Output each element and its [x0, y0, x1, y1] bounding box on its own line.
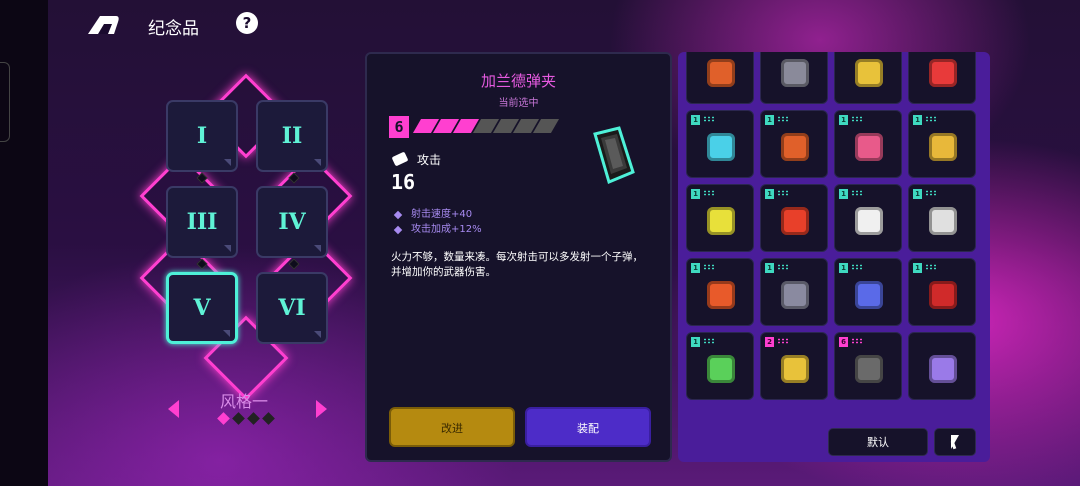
inventory-item[interactable]	[908, 332, 976, 400]
item-status: 当前选中	[498, 98, 539, 109]
item-description: 火力不够，数量来凑。每次射击可以多发射一个子弹，并增加你的武器伤害。	[391, 251, 643, 278]
magazine-icon	[593, 126, 635, 185]
inventory-item[interactable]	[760, 52, 828, 104]
bonus-item: 射击速度+40	[411, 209, 473, 220]
inventory-item[interactable]	[834, 52, 902, 104]
inventory-item[interactable]: 6	[834, 332, 902, 400]
level-badge: 1	[913, 115, 922, 125]
next-style-icon[interactable]	[316, 400, 327, 418]
inventory-item[interactable]: 1	[834, 110, 902, 178]
notch	[0, 62, 10, 142]
helmet-visor-icon	[855, 281, 883, 309]
slot-numeral: III	[186, 209, 218, 235]
help-button[interactable]: ?	[236, 12, 258, 34]
pixel-console-icon	[707, 133, 735, 161]
robot-head-icon	[929, 207, 957, 235]
level-badge: 1	[913, 263, 922, 273]
slot-3[interactable]: III	[166, 186, 238, 258]
rank-pips	[412, 119, 560, 133]
default-button[interactable]: 默认	[828, 428, 928, 456]
level-badge: 1	[765, 115, 774, 125]
mask-icon	[781, 59, 809, 87]
back-icon[interactable]	[86, 14, 120, 36]
inventory-item[interactable]	[908, 52, 976, 104]
slot-numeral: V	[193, 295, 211, 321]
slot-grid: I II III IV V VI	[139, 73, 360, 401]
inventory-item[interactable]: 1	[760, 110, 828, 178]
chili-icon	[929, 281, 957, 309]
inventory-item[interactable]: 1	[686, 258, 754, 326]
bonus-item: 攻击加成+12%	[411, 224, 482, 235]
page-dot	[247, 412, 260, 425]
inventory-item[interactable]	[686, 52, 754, 104]
slot-6[interactable]: VI	[256, 272, 328, 344]
stacked-box-icon	[929, 355, 957, 383]
page-dot	[217, 412, 230, 425]
bonus-list: 射击速度+40 攻击加成+12%	[393, 207, 482, 237]
cursor-button[interactable]	[934, 428, 976, 456]
stat-value: 16	[391, 170, 416, 194]
parrot-icon	[707, 281, 735, 309]
level-badge: 1	[913, 189, 922, 199]
inventory-item[interactable]: 1	[908, 258, 976, 326]
prev-style-icon[interactable]	[168, 400, 179, 418]
item-name: 加兰德弹夹	[480, 72, 556, 90]
slot-numeral: IV	[278, 209, 306, 235]
inventory-item[interactable]: 1	[908, 184, 976, 252]
inventory-item[interactable]: 1	[908, 110, 976, 178]
inventory-panel: 1 1 1 1 1 1 1 1 1 1 1 1 1 2 6 默认	[678, 52, 990, 462]
inventory-item[interactable]: 1	[760, 258, 828, 326]
chest-icon	[707, 59, 735, 87]
level-badge: 1	[839, 115, 848, 125]
tier-badge: 6	[389, 116, 409, 138]
inventory-item[interactable]: 1	[834, 184, 902, 252]
inventory-item[interactable]: 2	[760, 332, 828, 400]
magazine-icon	[855, 355, 883, 383]
spinner-top-icon	[781, 281, 809, 309]
inventory-item[interactable]: 1	[686, 184, 754, 252]
inventory-item[interactable]: 1	[686, 332, 754, 400]
page-dot	[232, 412, 245, 425]
fox-icon	[781, 133, 809, 161]
style-pager	[217, 412, 275, 425]
level-badge: 1	[691, 115, 700, 125]
stat-label: 攻击	[417, 153, 442, 167]
green-slime-icon	[707, 355, 735, 383]
slot-5[interactable]: V	[166, 272, 238, 344]
style-name: 风格一	[220, 392, 269, 411]
bottle-icon	[855, 59, 883, 87]
level-badge: 1	[691, 189, 700, 199]
gold-badge-icon	[781, 355, 809, 383]
page-dot	[262, 412, 275, 425]
equip-button[interactable]: 装配	[525, 407, 651, 447]
helmet-icon	[929, 133, 957, 161]
slot-numeral: II	[281, 123, 303, 149]
inventory-item[interactable]: 1	[760, 184, 828, 252]
item-detail-panel: 加兰德弹夹 当前选中 6 攻击 16 射击速度+40 攻击加成+12% 火力不够…	[365, 52, 672, 462]
slot-4[interactable]: IV	[256, 186, 328, 258]
level-badge: 1	[691, 263, 700, 273]
level-badge: 1	[839, 189, 848, 199]
slot-1[interactable]: I	[166, 100, 238, 172]
slot-2[interactable]: II	[256, 100, 328, 172]
inventory-item[interactable]: 1	[686, 110, 754, 178]
upgrade-button[interactable]: 改进	[389, 407, 515, 447]
red-card-icon	[781, 207, 809, 235]
portrait-icon	[855, 133, 883, 161]
level-badge: 1	[839, 263, 848, 273]
level-badge: 1	[765, 263, 774, 273]
level-badge: 6	[839, 337, 848, 347]
level-badge: 1	[765, 189, 774, 199]
lightning-sign-icon	[707, 207, 735, 235]
inventory-item[interactable]: 1	[834, 258, 902, 326]
inventory-grid: 1 1 1 1 1 1 1 1 1 1 1 1 1 2 6	[686, 52, 976, 400]
level-badge: 2	[765, 337, 774, 347]
level-badge: 1	[691, 337, 700, 347]
page-title: 纪念品	[148, 19, 199, 39]
racket-icon	[929, 59, 957, 87]
slot-numeral: I	[196, 123, 208, 149]
slot-numeral: VI	[278, 295, 306, 321]
bullet-icon	[391, 151, 409, 167]
chicken-icon	[855, 207, 883, 235]
